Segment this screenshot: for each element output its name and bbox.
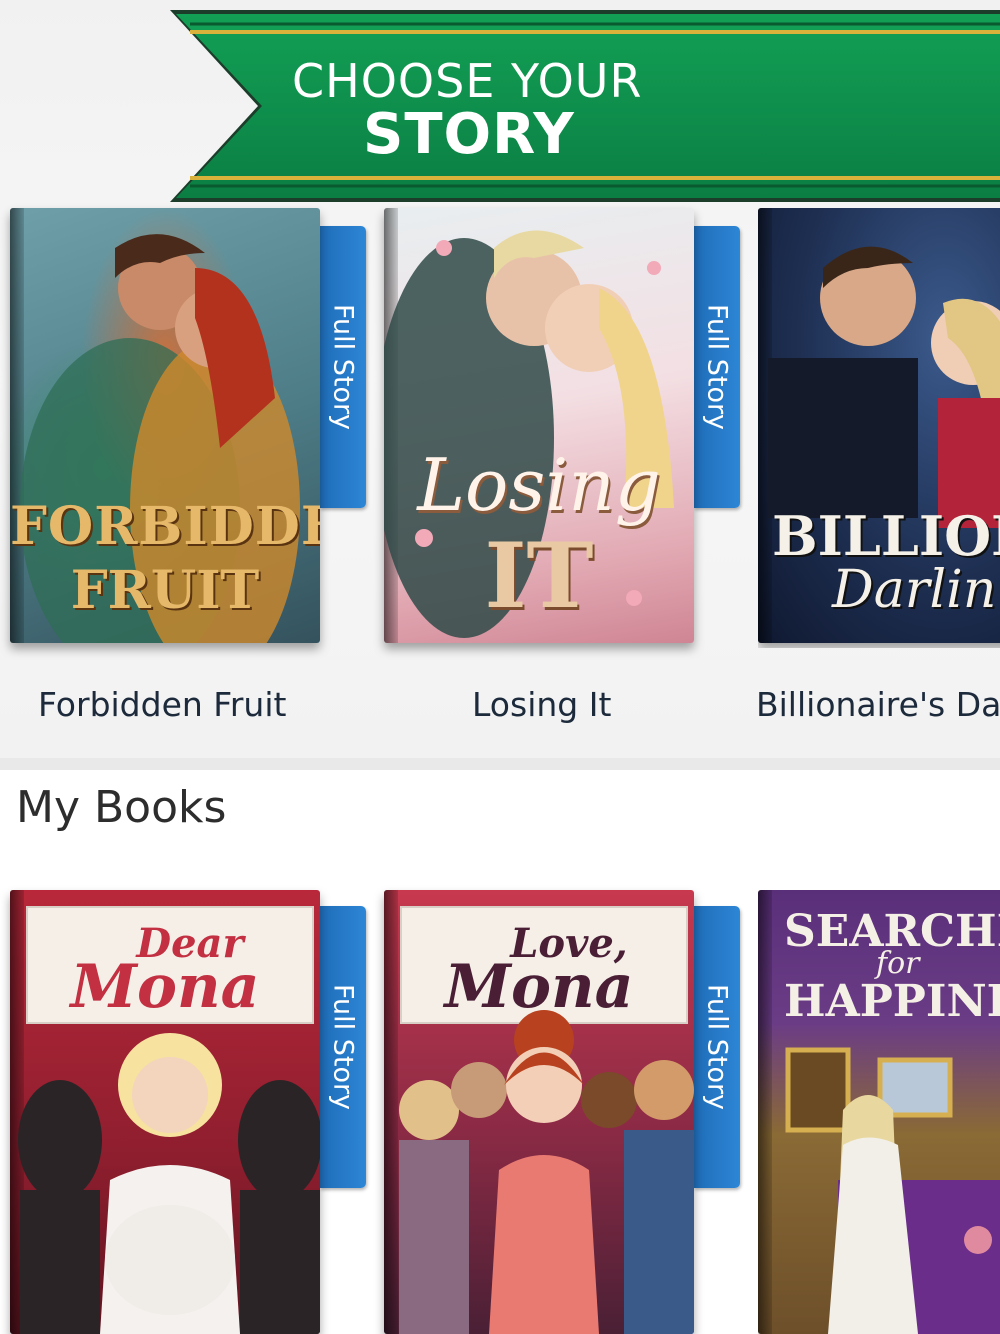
choose-story-banner: CHOOSE YOUR STORY xyxy=(170,10,1000,202)
book-searching-for-happiness[interactable]: SEARCHIN for HAPPINES xyxy=(758,890,1000,1334)
full-story-tab[interactable]: Full Story xyxy=(320,226,366,508)
cover-subtitle-2: HAPPINES xyxy=(784,976,1000,1027)
cover-title: FORBIDDEN xyxy=(10,496,320,557)
full-story-tab[interactable]: Full Story xyxy=(320,906,366,1188)
section-divider xyxy=(0,758,1000,770)
book-billionaires-darling[interactable]: BILLIONAIR Darlin xyxy=(758,208,1000,648)
book-title-billionaires-darling[interactable]: Billionaire's Da xyxy=(756,685,1000,724)
banner-title-line2: STORY xyxy=(363,102,575,167)
book-cover[interactable]: FORBIDDEN FRUIT xyxy=(10,208,320,643)
cover-title: BILLIONAIR xyxy=(772,504,1000,568)
book-cover[interactable]: Dear Mona xyxy=(10,890,320,1334)
book-losing-it[interactable]: Full Story Losing IT xyxy=(384,208,744,648)
book-cover[interactable]: Losing IT xyxy=(384,208,694,643)
full-story-tab[interactable]: Full Story xyxy=(694,226,740,508)
banner-title-line1: CHOOSE YOUR xyxy=(292,54,643,108)
cover-title: Losing xyxy=(417,443,661,527)
book-title-losing-it[interactable]: Losing It xyxy=(472,685,611,724)
my-books-heading: My Books xyxy=(16,782,227,833)
cover-title: Mona xyxy=(444,952,634,1022)
full-story-tab[interactable]: Full Story xyxy=(694,906,740,1188)
book-cover[interactable]: SEARCHIN for HAPPINES xyxy=(758,890,1000,1334)
cover-subtitle: FRUIT xyxy=(70,560,260,621)
cover-subtitle: IT xyxy=(484,523,594,629)
book-love-mona[interactable]: Full Story Love, Mona xyxy=(384,890,744,1334)
book-cover[interactable]: BILLIONAIR Darlin xyxy=(758,208,1000,643)
cover-subtitle: Darlin xyxy=(832,560,997,620)
cover-title: Mona xyxy=(70,952,260,1022)
book-dear-mona[interactable]: Full Story Dear Mona xyxy=(10,890,370,1334)
book-title-forbidden-fruit[interactable]: Forbidden Fruit xyxy=(38,685,286,724)
book-forbidden-fruit[interactable]: Full Story FORBIDDEN FRUIT xyxy=(10,208,370,648)
book-cover[interactable]: Love, Mona xyxy=(384,890,694,1334)
